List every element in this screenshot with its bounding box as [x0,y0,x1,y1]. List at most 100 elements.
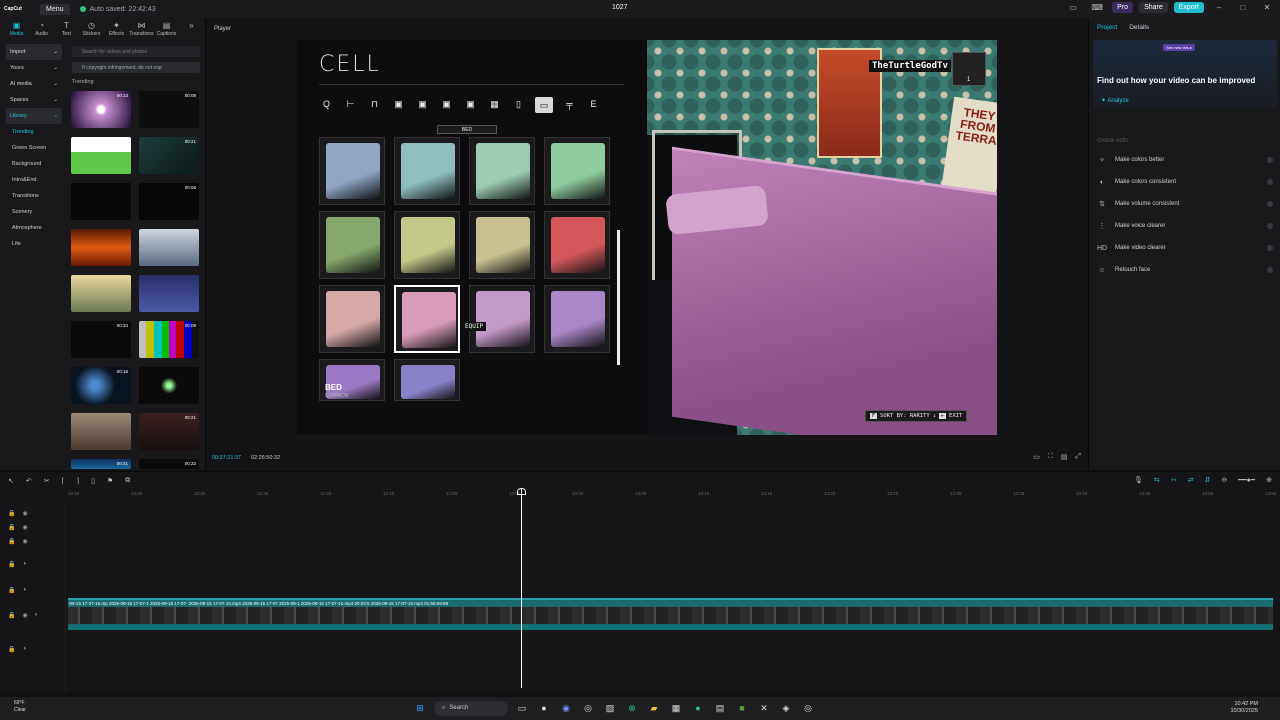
library-item-green-screen[interactable]: Green Screen [6,140,62,156]
minecraft-icon[interactable]: ■ [734,700,750,716]
share-button[interactable]: Share [1139,2,1168,13]
sidebar-item-spaces[interactable]: Spaces ⌄ [6,92,62,108]
media-thumbnail[interactable] [139,275,199,312]
global-edit-item[interactable]: HD Make video clearer [1097,239,1273,257]
media-thumbnail[interactable]: 00:34 [71,321,131,358]
eye-icon[interactable]: ◉ [22,538,27,545]
shortcuts-icon[interactable]: ⌨ [1088,3,1106,12]
replace-icon[interactable]: ⧉ [125,477,130,485]
media-thumbnail[interactable] [139,367,199,404]
eye-icon[interactable]: ◉ [22,510,27,517]
steam-active-icon[interactable]: ◎ [800,700,816,716]
mic-icon[interactable]: 🎙 [1134,476,1143,484]
media-thumbnail[interactable]: 00:16 [71,367,131,404]
terminal-icon[interactable]: ▤ [712,700,728,716]
media-thumbnail[interactable]: 00:21 [139,413,199,450]
analyze-button[interactable]: ✦ Analyze [1101,97,1129,104]
store-icon[interactable]: ▦ [668,700,684,716]
sidebar-item-library[interactable]: Library ⌄ [6,108,62,124]
tab-stickers[interactable]: ◷ Stickers [79,18,104,40]
media-thumbnail[interactable] [71,229,131,266]
link-icon[interactable]: ⇆ [1154,476,1160,484]
playhead[interactable] [521,488,522,688]
video-preview[interactable]: CELL Q ⊢ ⊓ ▣ ▣ ▣ ▣ ▦ ▯ ▭ ╤ E BED BED COM… [297,40,997,435]
zoom-out-icon[interactable]: ⊖ [1221,476,1227,484]
spotify-icon[interactable]: ● [690,700,706,716]
global-edit-item[interactable]: ⋮ Make voice clearer [1097,217,1273,235]
tab-transitions[interactable]: ⋈ Transitions [129,18,154,40]
tab-effects[interactable]: ✦ Effects [104,18,129,40]
snap-icon[interactable]: ⇿ [1171,476,1177,484]
pro-button[interactable]: Pro [1112,2,1134,13]
marker-icon[interactable]: ⚑ [107,477,113,485]
media-thumbnail[interactable]: 00:21 [71,459,131,469]
video-clip[interactable]: -09-15 17-07-10.mp 2025-09-15 17-07-1 20… [68,598,1273,630]
crop-icon[interactable]: ⛶ [1048,453,1053,461]
select-tool-icon[interactable]: ↖ [8,477,14,485]
layout-icon[interactable]: ▭ [1064,3,1082,12]
volume-icon[interactable]: ◑ [22,561,26,568]
eye-icon[interactable]: ◉ [22,612,27,619]
global-edit-item[interactable]: ⇅ Make volume consistent [1097,195,1273,213]
preview-axis-icon[interactable]: ⇵ [1205,476,1211,484]
library-item-atmosphere[interactable]: Atmosphere [6,220,62,236]
library-item-life[interactable]: Life [6,236,62,252]
sidebar-item-yours[interactable]: Yours ⌄ [6,60,62,76]
steam-icon[interactable]: ◎ [580,700,596,716]
discord-icon[interactable]: ◉ [558,700,574,716]
tab-details[interactable]: Details [1129,24,1149,31]
zoom-slider[interactable]: ━━●━ [1238,476,1255,484]
tab-text[interactable]: T Text [54,18,79,40]
split-left-icon[interactable]: ⌈ [62,477,65,485]
capcut-icon[interactable]: ▨ [602,700,618,716]
media-thumbnail[interactable]: 00:09 [139,91,199,128]
export-button[interactable]: Export [1173,2,1204,13]
file-explorer-icon[interactable]: ▰ [646,700,662,716]
media-thumbnail[interactable] [139,229,199,266]
app-icon[interactable]: ✕ [756,700,772,716]
timeline-ruler[interactable]: 12:20 12:25 12:30 12:35 12:40 12:45 12:50 12:55… [68,490,1280,500]
media-thumbnail[interactable]: 00:22 [139,459,199,469]
split-icon[interactable]: ✂ [44,477,50,485]
global-edit-item[interactable]: ☺ Retouch face [1097,261,1273,279]
tab-project[interactable]: Project [1097,24,1117,31]
sidebar-item-ai-media[interactable]: AI media ⌄ [6,76,62,92]
lock-icon[interactable]: 🔒 [8,587,15,594]
ratio-icon[interactable]: ▤ [1061,453,1068,461]
volume-icon[interactable]: ◑ [22,587,26,594]
tab-captions[interactable]: ▤ Captions [154,18,179,40]
library-item-trending[interactable]: Trending [6,124,62,140]
media-thumbnail[interactable] [71,183,131,220]
eye-icon[interactable]: ◉ [22,524,27,531]
lock-icon[interactable]: 🔒 [8,524,15,531]
audio-icon[interactable]: ◐ [35,612,39,619]
github-icon[interactable]: ● [536,700,552,716]
close-icon[interactable]: ✕ [1258,3,1276,12]
lock-icon[interactable]: 🔒 [8,561,15,568]
delete-icon[interactable]: ▯ [91,477,95,485]
tab-media[interactable]: ▣ Media [4,18,29,40]
weather-widget[interactable]: 69°F Clear [14,700,26,714]
windows-start-icon[interactable]: ⊞ [412,700,428,716]
lock-icon[interactable]: 🔒 [8,510,15,517]
global-edit-item[interactable]: ✧ Make colors better [1097,151,1273,169]
capcut-active-icon[interactable]: ◈ [778,700,794,716]
lock-icon[interactable]: 🔒 [8,646,15,653]
tab-audio[interactable]: ◔ Audio [29,18,54,40]
aspect-ratio-icon[interactable]: ▭ [1033,453,1040,461]
menu-button[interactable]: Menu [40,3,70,15]
fullscreen-icon[interactable]: ⤢ [1075,453,1081,461]
minimize-icon[interactable]: – [1210,3,1228,12]
library-item-transitions[interactable]: Transitions [6,188,62,204]
search-input[interactable]: Search for videos and photos [72,46,200,57]
lock-icon[interactable]: 🔒 [8,538,15,545]
volume-icon[interactable]: ◑ [22,646,26,653]
global-edit-item[interactable]: ◐ Make colors consistent [1097,173,1273,191]
zoom-in-icon[interactable]: ⊕ [1266,476,1272,484]
media-thumbnail[interactable]: 00:09 [139,321,199,358]
media-thumbnail[interactable] [71,413,131,450]
xbox-icon[interactable]: ⊗ [624,700,640,716]
more-tabs-icon[interactable]: » [179,18,204,40]
media-thumbnail[interactable]: 00:06 [139,183,199,220]
media-thumbnail[interactable] [71,275,131,312]
